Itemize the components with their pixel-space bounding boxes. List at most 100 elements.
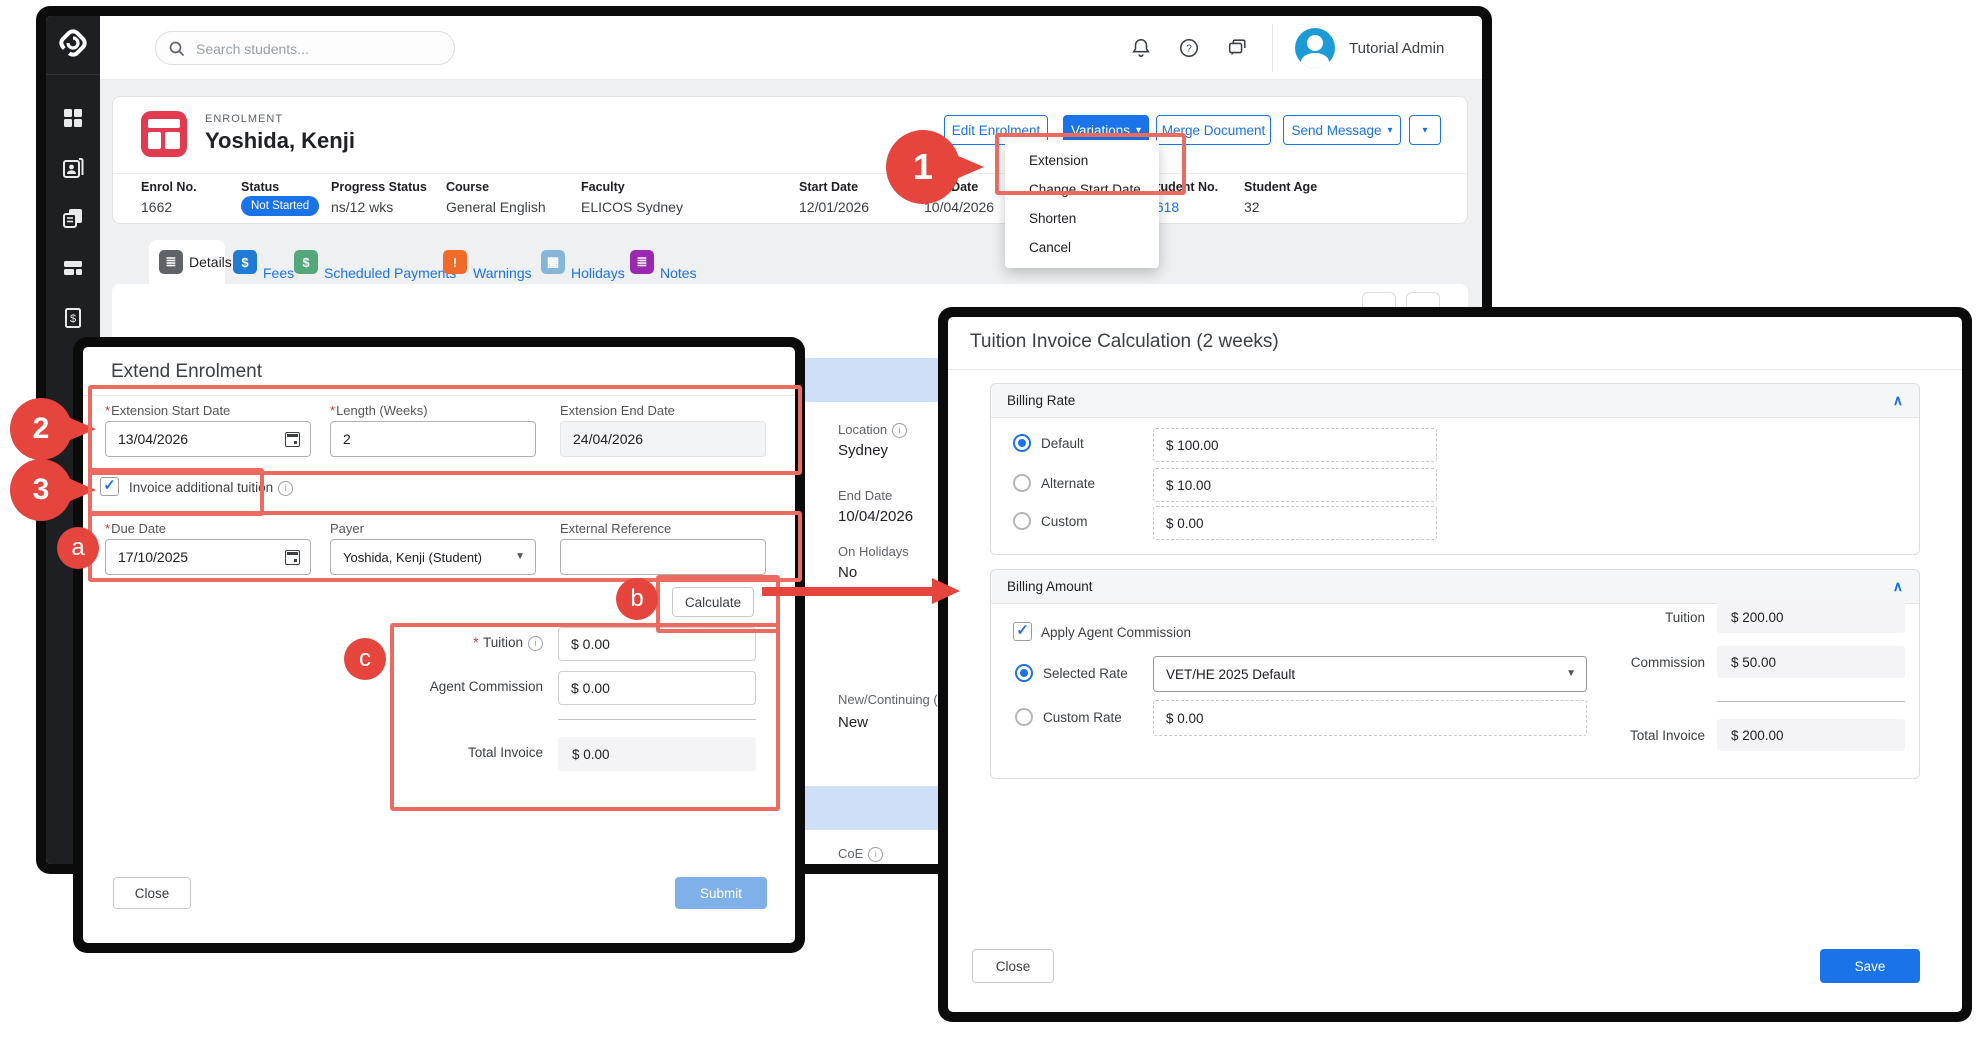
svg-text:$: $ (70, 313, 76, 325)
commission-label: Commission (1525, 655, 1705, 670)
annotation-letter-a: a (57, 527, 99, 569)
billing-rate-default-radio[interactable] (1013, 434, 1031, 452)
search-icon (168, 40, 186, 58)
annotation-box-tuition-section (390, 623, 780, 811)
svg-text:?: ? (1186, 44, 1192, 55)
billing-amount-header[interactable]: Billing Amount (991, 570, 1919, 604)
annotation-box-invoice-checkbox (88, 468, 264, 516)
commission-value: $ 50.00 (1717, 646, 1905, 678)
custom-rate-label: Custom Rate (1043, 710, 1122, 725)
tab-holidays[interactable]: Holidays (571, 265, 625, 281)
dialog-divider (948, 369, 1962, 370)
total-invoice-label: Total Invoice (1525, 728, 1705, 743)
apply-agent-commission-checkbox[interactable] (1013, 622, 1032, 641)
annotation-box-due-date-row (88, 511, 802, 582)
billing-rate-alternate-radio[interactable] (1013, 474, 1031, 492)
sum-divider (1717, 701, 1905, 702)
field-label: End Date (838, 488, 892, 503)
tuition-invoice-dialog: Tuition Invoice Calculation (2 weeks) Bi… (948, 317, 1962, 1012)
page-title: Yoshida, Kenji (205, 128, 355, 154)
enrolment-icon (141, 111, 187, 157)
chevron-down-icon: ▾ (1422, 125, 1427, 136)
billing-rate-default-label: Default (1041, 436, 1084, 451)
tab-scheduled-payments[interactable]: Scheduled Payments (324, 265, 456, 281)
tab-details[interactable]: ≣ Details (149, 240, 225, 284)
status-badge: Not Started (241, 196, 319, 216)
topbar: ? Tutorial Admin (100, 16, 1482, 80)
field-label: CoE (838, 846, 883, 862)
warnings-icon: ! (443, 250, 467, 274)
classes-icon[interactable] (61, 256, 85, 280)
notifications-bell-icon[interactable] (1130, 37, 1152, 59)
scheduled-payments-icon: $ (294, 250, 318, 274)
chevron-up-icon[interactable] (1893, 578, 1903, 595)
info-icon (892, 423, 907, 438)
field-value: New (838, 714, 868, 731)
billing-rate-custom-input[interactable]: $ 0.00 (1153, 506, 1437, 540)
total-invoice-value: $ 200.00 (1717, 719, 1905, 751)
sidebar-divider (46, 74, 100, 75)
tab-fees[interactable]: Fees (263, 265, 294, 281)
search-input[interactable] (194, 33, 448, 65)
menu-item-shorten[interactable]: Shorten (1005, 204, 1159, 233)
tuition-invoice-dialog-frame: Tuition Invoice Calculation (2 weeks) Bi… (938, 307, 1972, 1022)
students-icon[interactable] (61, 156, 85, 180)
close-button[interactable]: Close (972, 949, 1054, 983)
billing-rate-custom-radio[interactable] (1013, 512, 1031, 530)
field-value: No (838, 564, 857, 581)
annotation-arrow-to-invoice-dialog (762, 587, 934, 596)
enrolments-icon[interactable] (61, 206, 85, 230)
menu-item-cancel[interactable]: Cancel (1005, 233, 1159, 262)
chevron-up-icon[interactable] (1893, 392, 1903, 409)
finance-icon[interactable]: $ (61, 306, 85, 330)
fees-icon: $ (233, 250, 257, 274)
billing-rate-custom-label: Custom (1041, 514, 1088, 529)
save-button[interactable]: Save (1820, 949, 1920, 983)
user-name[interactable]: Tutorial Admin (1349, 40, 1444, 57)
details-icon: ≣ (159, 250, 183, 274)
field-value: 10/04/2026 (838, 508, 913, 525)
info-icon (868, 847, 883, 862)
custom-rate-input[interactable]: $ 0.00 (1153, 700, 1587, 736)
field-label: Location (838, 422, 907, 438)
app-logo-icon[interactable] (54, 24, 92, 62)
tab-warnings[interactable]: Warnings (473, 265, 532, 281)
billing-amount-card: Billing Amount Apply Agent Commission Se… (990, 569, 1920, 779)
tab-notes[interactable]: Notes (660, 265, 697, 281)
section-label: ENROLMENT (205, 113, 283, 125)
send-message-button[interactable]: Send Message▾ (1283, 115, 1401, 145)
submit-button[interactable]: Submit (675, 877, 767, 909)
billing-rate-alternate-label: Alternate (1041, 476, 1095, 491)
more-actions-button[interactable]: ▾ (1409, 115, 1441, 145)
pin-tip (956, 155, 984, 179)
help-icon[interactable]: ? (1178, 37, 1200, 59)
field-label: On Holidays (838, 544, 909, 559)
annotation-letter-c: c (344, 638, 386, 680)
annotation-step-2: 2 (10, 398, 72, 460)
annotation-step-3: 3 (10, 459, 72, 521)
annotation-step-1: 1 (886, 130, 960, 204)
search-box[interactable] (155, 31, 455, 65)
billing-rate-default-input[interactable]: $ 100.00 (1153, 428, 1437, 462)
notes-icon: ≣ (630, 250, 654, 274)
field-value: Sydney (838, 442, 888, 459)
selected-rate-select[interactable]: VET/HE 2025 Default ▼ (1153, 656, 1587, 692)
close-button[interactable]: Close (113, 877, 191, 909)
tuition-total-label: Tuition (1525, 610, 1705, 625)
annotation-box-extension (995, 133, 1186, 195)
enrolment-header-card: ENROLMENT Yoshida, Kenji Edit Enrolment … (112, 96, 1468, 224)
stats-row: Enrol No. 1662 Status Not Started Progre… (113, 173, 1467, 225)
billing-rate-card: Billing Rate Default $ 100.00 Alternate … (990, 383, 1920, 555)
avatar[interactable] (1295, 28, 1335, 68)
selected-rate-label: Selected Rate (1043, 666, 1128, 681)
custom-rate-radio[interactable] (1015, 708, 1033, 726)
dialog-title: Extend Enrolment (111, 361, 262, 383)
billing-rate-header[interactable]: Billing Rate (991, 384, 1919, 418)
dashboard-icon[interactable] (61, 106, 85, 130)
billing-rate-alternate-input[interactable]: $ 10.00 (1153, 468, 1437, 502)
messages-icon[interactable] (1226, 37, 1248, 59)
topbar-divider (1272, 24, 1273, 72)
screenshot-canvas: $ ? (0, 0, 1988, 1044)
info-icon (278, 481, 293, 496)
selected-rate-radio[interactable] (1015, 664, 1033, 682)
